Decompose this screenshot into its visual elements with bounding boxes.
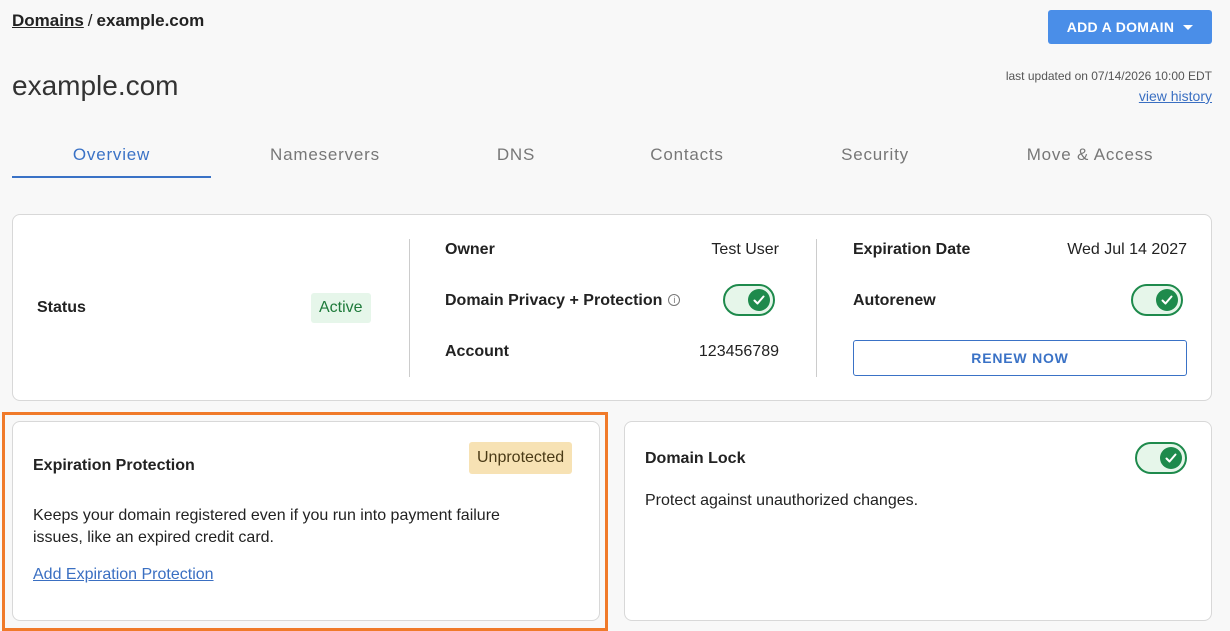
renew-now-button[interactable]: RENEW NOW: [853, 340, 1187, 376]
account-label: Account: [445, 343, 509, 360]
active-tab-indicator: [12, 176, 211, 178]
expiration-date-label: Expiration Date: [853, 241, 971, 258]
view-history-link[interactable]: view history: [1139, 88, 1212, 104]
domain-lock-toggle[interactable]: [1135, 442, 1187, 474]
privacy-label-text: Domain Privacy + Protection: [445, 292, 663, 309]
tab-dns[interactable]: DNS: [467, 145, 565, 165]
tab-contacts[interactable]: Contacts: [627, 145, 747, 165]
privacy-label: Domain Privacy + Protection i: [445, 292, 681, 310]
add-expiration-protection-link[interactable]: Add Expiration Protection: [33, 566, 214, 584]
breadcrumb-domains-link[interactable]: Domains: [12, 11, 84, 30]
tab-nameservers[interactable]: Nameservers: [238, 145, 412, 165]
tab-security[interactable]: Security: [817, 145, 933, 165]
account-value: 123456789: [698, 343, 779, 360]
domain-lock-card: Domain Lock Protect against unauthorized…: [624, 421, 1212, 621]
column-divider: [816, 239, 817, 377]
owner-label: Owner: [445, 241, 495, 258]
privacy-toggle[interactable]: [723, 284, 775, 316]
tab-move-access[interactable]: Move & Access: [1012, 145, 1168, 165]
expiration-protection-description-line1: Keeps your domain registered even if you…: [33, 507, 500, 524]
breadcrumb-separator: /: [87, 11, 93, 30]
chevron-down-icon: [1183, 24, 1194, 30]
check-icon: [748, 289, 770, 311]
unprotected-badge: Unprotected: [469, 442, 573, 474]
domain-overview-card: Status Active Owner Test User Domain Pri…: [12, 214, 1212, 401]
expiration-protection-description-line2: issues, like an expired credit card.: [33, 529, 274, 546]
last-updated-text: last updated on 07/14/2026 10:00 EDT: [1005, 69, 1212, 83]
breadcrumb: Domains / example.com: [12, 11, 204, 31]
autorenew-label: Autorenew: [853, 292, 936, 309]
info-icon[interactable]: i: [668, 294, 681, 306]
tab-overview[interactable]: Overview: [12, 145, 211, 165]
expiration-protection-title: Expiration Protection: [33, 457, 195, 474]
breadcrumb-current: example.com: [96, 11, 205, 30]
domain-lock-description: Protect against unauthorized changes.: [645, 492, 919, 509]
status-label: Status: [37, 299, 86, 316]
tab-bar: Overview Nameservers DNS Contacts Securi…: [12, 140, 1212, 180]
column-divider: [409, 239, 410, 377]
autorenew-toggle[interactable]: [1131, 284, 1183, 316]
expiration-date-value: Wed Jul 14 2027: [1067, 241, 1187, 258]
status-badge: Active: [311, 293, 371, 323]
domain-lock-title: Domain Lock: [645, 450, 746, 467]
check-icon: [1156, 289, 1178, 311]
expiration-protection-card: Expiration Protection Unprotected Keeps …: [12, 421, 600, 621]
page-title: example.com: [12, 70, 179, 101]
check-icon: [1160, 447, 1182, 469]
add-domain-label: ADD A DOMAIN: [1066, 19, 1175, 35]
add-domain-button[interactable]: ADD A DOMAIN: [1048, 10, 1212, 44]
owner-value: Test User: [711, 241, 779, 258]
